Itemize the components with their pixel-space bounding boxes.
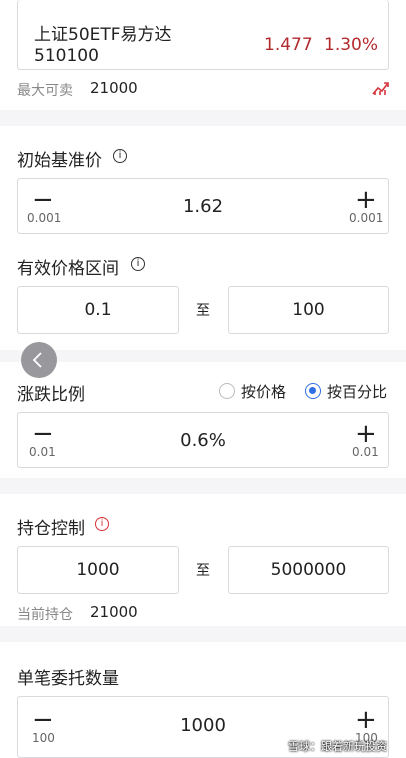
increment-button[interactable]: + [355,421,377,447]
chevron-left-icon [32,352,42,368]
position-min-value: 1000 [76,560,120,580]
info-icon[interactable]: i [113,149,127,163]
base-price-stepper: − 0.001 1.62 + 0.001 [17,178,389,234]
increment-button[interactable]: + [355,707,377,733]
radio-by-price-label[interactable]: 按价格 [241,381,286,402]
base-price-input[interactable]: 1.62 [18,196,388,217]
swing-section: 涨跌比例 按价格 按百分比 − 0.01 0.6% + 0.01 [0,362,406,478]
increment-button[interactable]: + [355,187,377,213]
range-max-value: 100 [292,300,325,320]
security-change-pct: 1.30% [324,35,379,55]
info-icon[interactable]: i [95,517,109,531]
position-max-input[interactable]: 5000000 [228,546,389,594]
max-sell-label: 最大可卖 [17,83,73,99]
increment-step: 0.01 [352,445,379,459]
base-price-label: 初始基准价 [17,151,102,171]
security-price: 1.477 [264,35,313,55]
position-min-input[interactable]: 1000 [17,546,179,594]
security-name: 上证50ETF易方达 [34,25,172,45]
max-sell-value: 21000 [90,79,138,97]
range-separator: 至 [196,303,210,319]
security-card[interactable]: 上证50ETF易方达 510100 1.477 1.30% [17,0,389,70]
swing-input[interactable]: 0.6% [18,430,388,451]
valid-range-label: 有效价格区间 [17,259,119,279]
order-qty-label: 单笔委托数量 [17,669,119,689]
current-position-label: 当前持仓 [17,607,73,623]
position-separator: 至 [196,563,210,579]
back-button[interactable] [21,342,57,378]
position-section: 持仓控制 i 1000 至 5000000 当前持仓 21000 [0,494,406,626]
range-min-value: 0.1 [84,300,112,320]
range-max-input[interactable]: 100 [228,286,389,334]
current-position-value: 21000 [90,603,138,621]
position-max-value: 5000000 [270,560,347,580]
position-label: 持仓控制 [17,519,85,539]
radio-by-percent[interactable] [305,383,321,399]
radio-by-percent-label[interactable]: 按百分比 [327,381,387,402]
range-min-input[interactable]: 0.1 [17,286,179,334]
swing-label: 涨跌比例 [17,385,85,405]
info-icon[interactable]: i [131,257,145,271]
security-code: 510100 [34,46,99,66]
trend-chart-icon[interactable] [372,80,390,96]
swing-stepper: − 0.01 0.6% + 0.01 [17,412,389,468]
watermark: 雪球：跟着新玩投资 [288,740,387,753]
order-qty-input[interactable]: 1000 [18,715,388,736]
security-section: 上证50ETF易方达 510100 1.477 1.30% 最大可卖 21000 [0,0,406,110]
increment-step: 0.001 [349,211,384,225]
price-settings-section: 初始基准价 i − 0.001 1.62 + 0.001 有效价格区间 i 0.… [0,126,406,350]
radio-by-price[interactable] [219,383,235,399]
